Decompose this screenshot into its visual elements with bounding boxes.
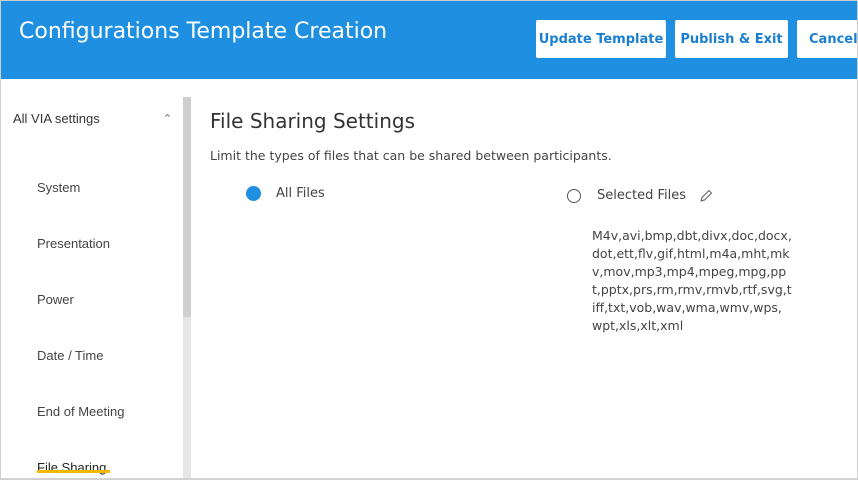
page-title: Configurations Template Creation xyxy=(19,19,388,44)
chevron-up-icon: ⌃ xyxy=(162,113,172,125)
sidebar-item-end-of-meeting[interactable]: End of Meeting xyxy=(37,404,124,419)
app-window: Configurations Template Creation Update … xyxy=(0,0,858,480)
selected-files-option[interactable]: Selected Files xyxy=(567,188,686,203)
active-item-indicator xyxy=(37,470,110,473)
sidebar-group-all-via-settings[interactable]: All VIA settings ⌃ xyxy=(13,111,178,126)
all-files-label: All Files xyxy=(276,186,325,201)
sidebar-item-date-time[interactable]: Date / Time xyxy=(37,348,103,363)
sidebar-item-presentation[interactable]: Presentation xyxy=(37,236,110,251)
sidebar-item-power[interactable]: Power xyxy=(37,292,74,307)
sidebar-group-label: All VIA settings xyxy=(13,111,100,126)
sidebar: All VIA settings ⌃ xyxy=(1,79,191,479)
top-bar: Configurations Template Creation Update … xyxy=(1,1,857,79)
sidebar-scrollbar-thumb[interactable] xyxy=(183,97,191,317)
selected-file-types-list: M4v,avi,bmp,dbt,divx,doc,docx,dot,ett,fl… xyxy=(592,228,792,333)
selected-files-label: Selected Files xyxy=(597,188,687,203)
cancel-button[interactable]: Cancel xyxy=(797,20,857,58)
publish-exit-button[interactable]: Publish & Exit xyxy=(675,20,788,58)
pencil-icon[interactable] xyxy=(698,188,714,204)
selected-files-radio[interactable] xyxy=(567,188,581,203)
update-template-button[interactable]: Update Template xyxy=(536,20,666,58)
section-title: File Sharing Settings xyxy=(210,109,415,133)
all-files-radio[interactable] xyxy=(246,186,261,201)
section-description: Limit the types of files that can be sha… xyxy=(210,148,612,163)
sidebar-item-system[interactable]: System xyxy=(37,180,80,195)
all-files-option[interactable]: All Files xyxy=(246,186,325,201)
